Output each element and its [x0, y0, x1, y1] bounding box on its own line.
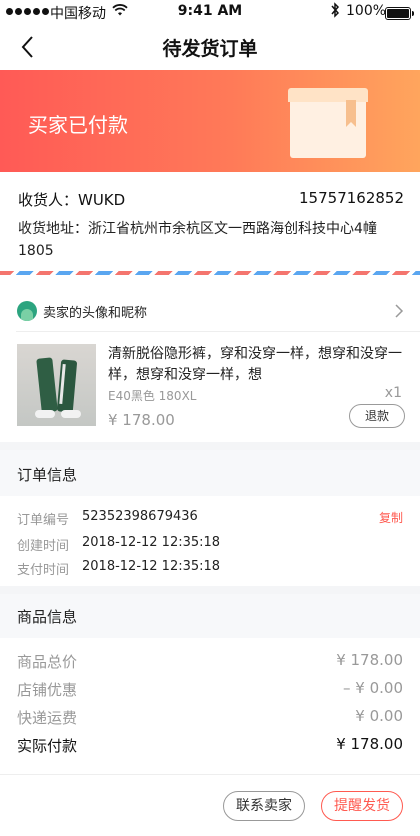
actual-payment-value: ¥ 178.00: [336, 735, 403, 753]
remind-ship-button[interactable]: 提醒发货: [321, 791, 403, 821]
receiver-phone: 15757162852: [299, 189, 404, 207]
divider: [0, 774, 420, 775]
shipping-fee-label: 快递运费: [17, 709, 78, 727]
order-status-text: 买家已付款: [28, 113, 128, 137]
contact-seller-button[interactable]: 联系卖家: [223, 791, 305, 821]
bluetooth-icon: [330, 2, 340, 22]
created-time-label: 创建时间: [17, 539, 70, 554]
page-title: 待发货订单: [162, 38, 258, 60]
order-status-banner: 买家已付款: [0, 70, 420, 172]
copy-order-number-button[interactable]: 复制: [379, 509, 403, 526]
order-number-label: 订单编号: [17, 513, 70, 528]
paid-time-label: 支付时间: [17, 563, 70, 578]
product-spec: E40黑色 180XL: [108, 389, 197, 403]
receiver-name: 收货人：WUKD: [18, 191, 126, 209]
goods-total-value: ¥ 178.00: [336, 651, 403, 669]
order-info-title: 订单信息: [17, 466, 78, 484]
seller-name[interactable]: 卖家的头像和昵称: [43, 302, 147, 321]
actual-payment-label: 实际付款: [17, 737, 78, 755]
chevron-right-icon[interactable]: [394, 303, 404, 319]
product-thumbnail[interactable]: [17, 344, 96, 426]
product-price: ¥ 178.00: [108, 411, 175, 429]
section-gap: [0, 442, 420, 450]
product-quantity: x1: [384, 385, 402, 401]
status-bar: 中国移动 9:41 AM 100%: [0, 0, 420, 24]
receiver-address: 收货地址：浙江省杭州市余杭区文一西路海创科技中心4幢1805: [18, 221, 377, 259]
battery-percent: 100%: [346, 3, 387, 19]
paid-time-value: 2018-12-12 12:35:18: [82, 559, 221, 574]
shop-discount-value: – ¥ 0.00: [343, 679, 403, 697]
package-box-icon: [288, 88, 368, 158]
refund-button[interactable]: 退款: [349, 404, 405, 428]
goods-info-header: 商品信息: [0, 594, 420, 638]
order-info-header: 订单信息: [0, 450, 420, 496]
goods-info-title: 商品信息: [17, 608, 78, 626]
shop-discount-label: 店铺优惠: [17, 681, 78, 699]
product-title[interactable]: 清新脱俗隐形裤，穿和没穿一样，想穿和没穿一样，想穿和没穿一样，想: [108, 344, 406, 386]
goods-total-label: 商品总价: [17, 653, 78, 671]
order-number-value: 52352398679436: [82, 509, 198, 524]
airmail-divider: [0, 271, 420, 275]
divider: [16, 331, 420, 332]
shipping-fee-value: ¥ 0.00: [355, 707, 403, 725]
section-gap: [0, 586, 420, 594]
seller-avatar[interactable]: [17, 301, 37, 321]
nav-bar: 待发货订单: [0, 24, 420, 70]
created-time-value: 2018-12-12 12:35:18: [82, 535, 221, 550]
battery-icon: [385, 7, 414, 20]
